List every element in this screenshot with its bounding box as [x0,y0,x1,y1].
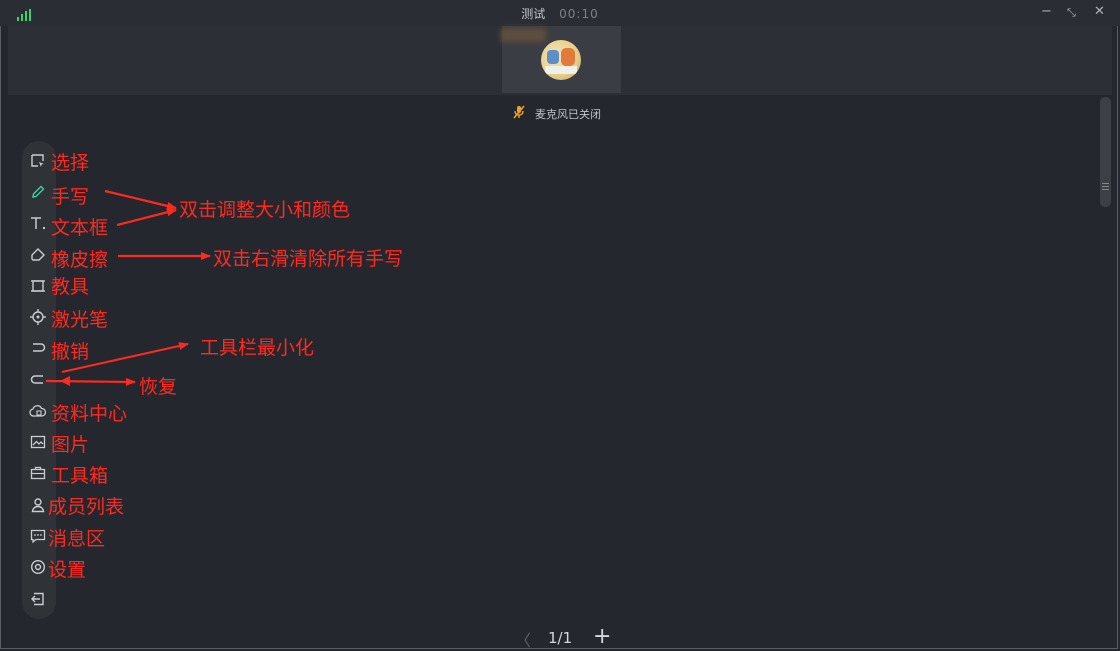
arrow-minimize [61,342,189,373]
prev-page-icon[interactable]: 〈 [515,627,531,651]
annotation-arrows [45,189,211,386]
add-page-button[interactable]: + [593,624,611,649]
toolbar-collapse-tab [60,376,70,386]
arrow-redo [45,377,136,386]
pager: 〈 1/1 + [0,624,1120,651]
arrow-text [116,208,177,227]
arrow-pen [104,189,177,210]
page-indicator: 1/1 [548,629,573,647]
